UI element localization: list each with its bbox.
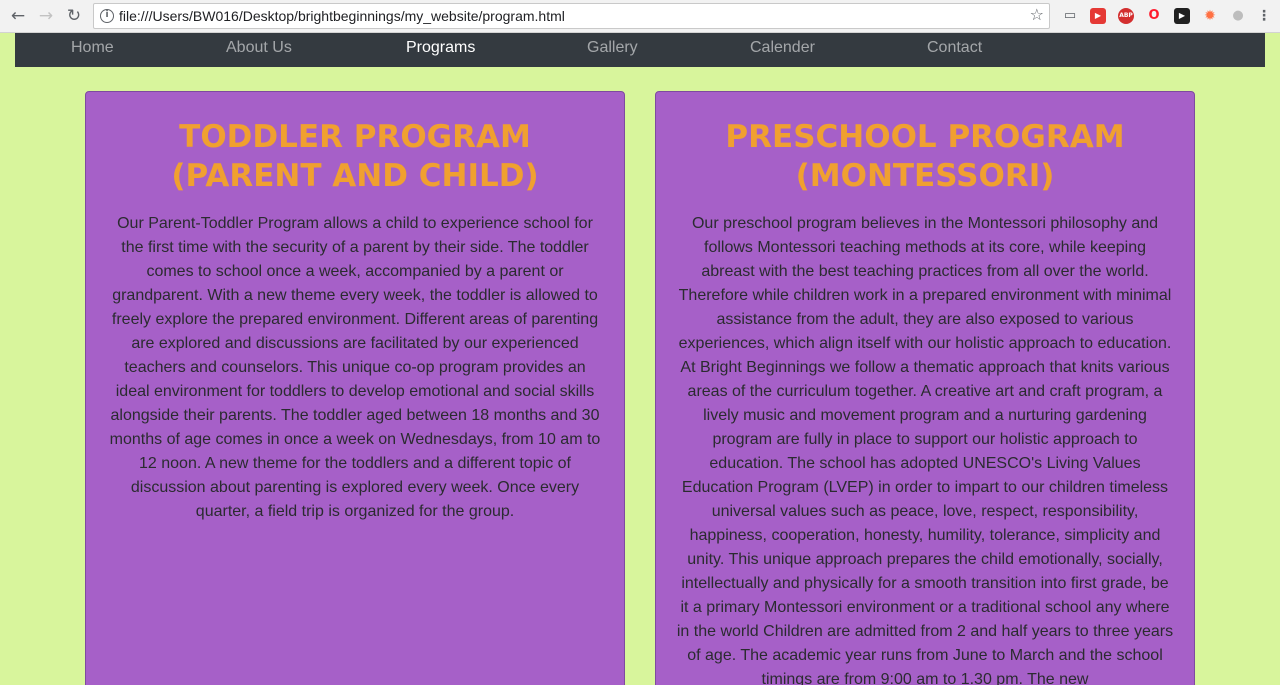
nav-calender[interactable]: Calender	[750, 39, 815, 57]
youtube-icon[interactable]: ▶	[1174, 8, 1190, 24]
nav-gallery[interactable]: Gallery	[587, 39, 638, 57]
nav-about-us[interactable]: About Us	[226, 39, 292, 57]
opera-icon[interactable]: O	[1146, 8, 1162, 24]
nav-home[interactable]: Home	[71, 39, 114, 57]
toddler-program-card: TODDLER PROGRAM (PARENT AND CHILD) Our P…	[85, 91, 625, 685]
browser-toolbar: ← → ↻ i file:///Users/BW016/Desktop/brig…	[0, 0, 1280, 33]
bookmark-star-icon[interactable]: ☆	[1030, 5, 1044, 24]
reload-icon[interactable]: ↻	[63, 5, 85, 27]
url-text[interactable]: file:///Users/BW016/Desktop/brightbeginn…	[119, 8, 565, 24]
back-arrow-icon[interactable]: ←	[7, 5, 29, 27]
preschool-program-title: PRESCHOOL PROGRAM (MONTESSORI)	[725, 119, 1125, 194]
toddler-program-title: TODDLER PROGRAM (PARENT AND CHILD)	[171, 119, 539, 194]
preschool-program-description: Our preschool program believes in the Mo…	[676, 215, 1174, 685]
circle-icon[interactable]: ●	[1230, 8, 1246, 24]
info-icon[interactable]: i	[100, 9, 114, 23]
nav-programs[interactable]: Programs	[406, 39, 475, 57]
adblock-icon[interactable]: ABP	[1118, 8, 1134, 24]
toddler-program-description: Our Parent-Toddler Program allows a chil…	[109, 215, 601, 520]
reader-icon[interactable]: ▶	[1090, 8, 1106, 24]
site-navbar: Home About Us Programs Gallery Calender …	[15, 33, 1265, 67]
fire-icon[interactable]: ✹	[1202, 8, 1218, 24]
nav-contact[interactable]: Contact	[927, 39, 982, 57]
forward-arrow-icon[interactable]: →	[35, 5, 57, 27]
cast-icon[interactable]: ▭	[1062, 8, 1078, 24]
preschool-program-card: PRESCHOOL PROGRAM (MONTESSORI) Our presc…	[655, 91, 1195, 685]
address-bar[interactable]: i file:///Users/BW016/Desktop/brightbegi…	[93, 3, 1050, 29]
menu-icon[interactable]: ⋮	[1256, 8, 1272, 24]
